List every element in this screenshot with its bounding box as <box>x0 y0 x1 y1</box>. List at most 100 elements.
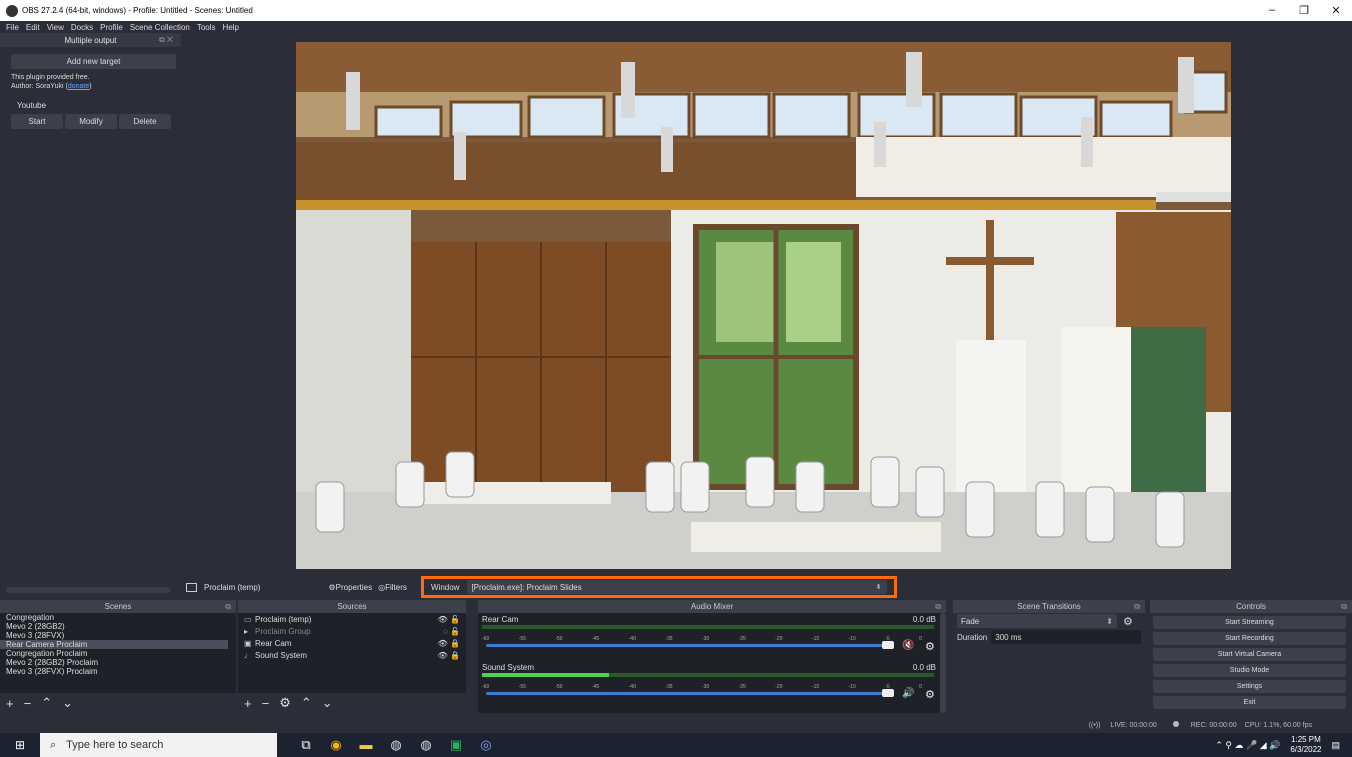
scenes-header: Scenes ⧉ <box>0 600 236 613</box>
menu-view[interactable]: View <box>47 23 64 32</box>
controls-panel: Controls ⧉ Start Streaming Start Recordin… <box>1150 600 1352 715</box>
scene-item-selected[interactable]: Rear Camera Proclaim <box>0 640 228 649</box>
modify-target-button[interactable]: Modify <box>65 114 117 129</box>
exit-button[interactable]: Exit <box>1153 696 1346 709</box>
volume-slider[interactable] <box>486 641 894 649</box>
start-target-button[interactable]: Start <box>11 114 63 129</box>
scenes-title: Scenes <box>104 602 132 611</box>
meter-tick-label: -50 <box>555 684 563 690</box>
transition-select[interactable]: Fade ⬍ <box>957 614 1117 628</box>
minimize-button[interactable]: – <box>1262 4 1282 17</box>
menu-profile[interactable]: Profile <box>100 23 123 32</box>
window-select[interactable]: [Proclaim.exe]: Proclaim Slides ⬍ <box>467 580 888 594</box>
move-down-icon[interactable]: ⌄ <box>322 695 333 711</box>
search-placeholder: Type here to search <box>66 739 164 751</box>
gear-icon: ⚙ <box>328 582 336 592</box>
notification-icon[interactable]: ▤ <box>1331 740 1340 751</box>
track-name: Sound System <box>482 663 535 672</box>
duration-input[interactable]: 300 ms <box>991 630 1142 644</box>
filters-button[interactable]: ◎ Filters <box>378 583 407 592</box>
source-item[interactable]: ▸ Proclaim Group ◌ 🔓 <box>238 625 466 637</box>
source-item[interactable]: ♩ Sound System 👁 🔒 <box>238 649 466 661</box>
menu-docks[interactable]: Docks <box>71 23 93 32</box>
scene-item[interactable]: Mevo 3 (28FVX) Proclaim <box>0 667 228 676</box>
scene-item[interactable]: Mevo 3 (28FVX) <box>0 631 228 640</box>
obs-logo-icon <box>6 4 18 17</box>
clock[interactable]: 1:25 PM 6/3/2022 <box>1290 735 1321 755</box>
scene-item[interactable]: Congregation Proclaim <box>0 649 228 658</box>
dock-scrollbar[interactable] <box>6 587 171 593</box>
start-virtual-camera-button[interactable]: Start Virtual Camera <box>1153 648 1346 661</box>
menu-help[interactable]: Help <box>223 23 239 32</box>
start-streaming-button[interactable]: Start Streaming <box>1153 616 1346 629</box>
source-name: Rear Cam <box>255 638 292 648</box>
windows-start-icon[interactable]: ⊞ <box>0 738 40 752</box>
muted-speaker-icon[interactable]: 🔇 <box>902 640 914 651</box>
move-down-icon[interactable]: ⌄ <box>62 695 73 711</box>
remove-scene-icon[interactable]: − <box>24 696 32 711</box>
visibility-lock-icon[interactable]: 👁 🔒 <box>438 639 460 648</box>
title-bar: OBS 27.2.4 (64-bit, windows) - Profile: … <box>0 0 1352 21</box>
author-text: Author: SoraYuki ( <box>11 83 68 90</box>
menu-tools[interactable]: Tools <box>197 23 216 32</box>
proclaim-icon[interactable]: ▣ <box>441 737 471 753</box>
transition-row: Fade ⬍ ⚙ <box>953 613 1145 629</box>
target-buttons: Start Modify Delete <box>0 114 181 129</box>
file-explorer-icon[interactable]: ▬ <box>351 737 381 753</box>
speaker-icon[interactable]: 🔊 <box>902 688 914 699</box>
tray-icons[interactable]: ⌃ ⚲ ☁ 🎤 ◢ 🔊 <box>1215 740 1280 751</box>
volume-slider[interactable] <box>486 689 894 697</box>
obs-icon-2[interactable]: ◍ <box>411 737 441 753</box>
slider-knob[interactable] <box>882 689 894 697</box>
delete-target-button[interactable]: Delete <box>119 114 171 129</box>
source-item[interactable]: ▭ Proclaim (temp) 👁 🔓 <box>238 613 466 625</box>
menu-file[interactable]: File <box>6 23 19 32</box>
donate-link[interactable]: donate <box>68 83 89 90</box>
gear-icon[interactable]: ⚙ <box>925 640 935 653</box>
restore-button[interactable]: ❐ <box>1294 4 1314 17</box>
meter-tick-label: -55 <box>518 684 526 690</box>
dock-float-icon[interactable]: ⧉ <box>1134 600 1140 613</box>
dock-float-close-icon[interactable]: ⧉ ✕ <box>159 35 173 45</box>
clock-time: 1:25 PM <box>1291 735 1321 744</box>
mixer-scrollbar[interactable] <box>940 613 946 713</box>
visibility-lock-icon[interactable]: 👁 🔓 <box>438 615 460 624</box>
dock-float-icon[interactable]: ⧉ <box>225 600 231 613</box>
dock-float-icon[interactable]: ⧉ <box>935 600 941 613</box>
gear-icon[interactable]: ⚙ <box>279 695 291 711</box>
menu-scene-collection[interactable]: Scene Collection <box>130 23 190 32</box>
add-scene-icon[interactable]: + <box>6 696 14 711</box>
move-up-icon[interactable]: ⌃ <box>301 695 312 711</box>
transition-value: Fade <box>961 616 980 626</box>
move-up-icon[interactable]: ⌃ <box>41 695 52 711</box>
task-view-icon[interactable]: ⧉ <box>291 737 321 753</box>
add-new-target-button[interactable]: Add new target <box>11 54 176 69</box>
scene-item[interactable]: Mevo 2 (28GB2) Proclaim <box>0 658 228 667</box>
window-source-icon <box>186 582 197 592</box>
chrome-icon[interactable]: ◉ <box>321 737 351 753</box>
slider-knob[interactable] <box>882 641 894 649</box>
properties-button[interactable]: ⚙ Properties <box>328 583 372 592</box>
meter-tick-label: -45 <box>591 684 600 690</box>
scene-item[interactable]: Mevo 2 (28GB2) <box>0 622 228 631</box>
scene-item[interactable]: Congregation <box>0 613 228 622</box>
close-button[interactable]: ✕ <box>1326 4 1346 17</box>
gear-icon[interactable]: ⚙ <box>1123 615 1133 628</box>
menu-edit[interactable]: Edit <box>26 23 40 32</box>
window-selector-highlight: Window [Proclaim.exe]: Proclaim Slides ⬍ <box>421 576 897 598</box>
start-recording-button[interactable]: Start Recording <box>1153 632 1346 645</box>
add-source-icon[interactable]: + <box>244 696 252 711</box>
gear-icon[interactable]: ⚙ <box>925 688 935 701</box>
settings-button[interactable]: Settings <box>1153 680 1346 693</box>
source-item[interactable]: ▣ Rear Cam 👁 🔒 <box>238 637 466 649</box>
visibility-lock-icon[interactable]: 👁 🔒 <box>438 651 460 660</box>
app-icon[interactable]: ◎ <box>471 737 501 753</box>
remove-source-icon[interactable]: − <box>262 696 270 711</box>
visibility-lock-icon[interactable]: ◌ 🔓 <box>443 627 460 636</box>
dock-float-icon[interactable]: ⧉ <box>1341 600 1347 613</box>
taskbar-search[interactable]: ⌕ Type here to search <box>40 733 277 757</box>
studio-mode-button[interactable]: Studio Mode <box>1153 664 1346 677</box>
obs-icon[interactable]: ◍ <box>381 737 411 753</box>
program-preview[interactable] <box>296 42 1231 569</box>
audio-mixer-panel: Audio Mixer ⧉ Rear Cam 0.0 dB -60 -55 -50 -4… <box>478 600 946 715</box>
